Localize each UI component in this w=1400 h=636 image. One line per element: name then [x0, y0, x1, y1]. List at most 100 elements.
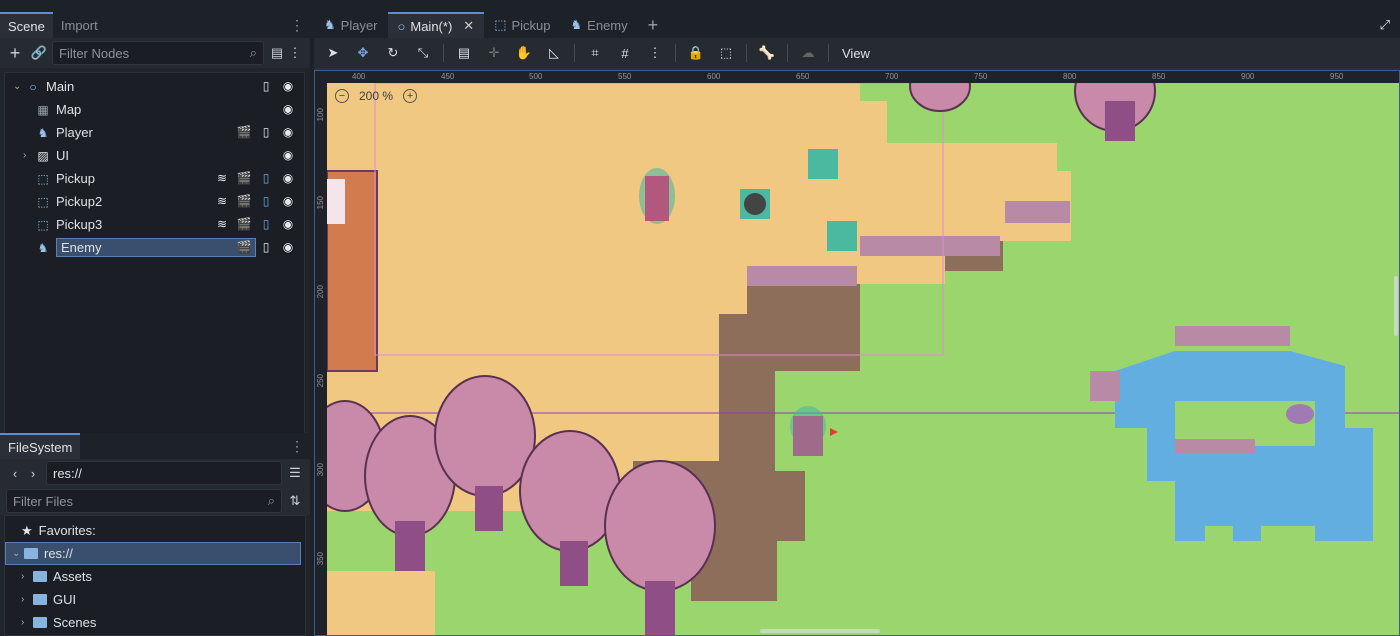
signal-icon[interactable]: ≋: [214, 193, 230, 209]
visibility-eye-icon[interactable]: ◉: [280, 216, 296, 232]
signal-icon[interactable]: ≋: [214, 170, 230, 186]
skeleton-bone-icon[interactable]: 🦴: [754, 41, 780, 65]
grid-snap-icon[interactable]: #: [612, 41, 638, 65]
expand-arrow-icon[interactable]: ›: [23, 150, 35, 161]
node-label: Main: [46, 79, 75, 94]
select-tool-icon[interactable]: ➤: [320, 41, 346, 65]
zoom-level[interactable]: 200 %: [359, 89, 393, 103]
close-icon[interactable]: ✕: [463, 18, 474, 34]
collapse-arrow-icon[interactable]: ⌄: [13, 81, 25, 92]
move-tool-icon[interactable]: ✥: [350, 41, 376, 65]
instance-link-icon[interactable]: 🔗: [30, 44, 48, 62]
visibility-eye-icon[interactable]: ◉: [280, 193, 296, 209]
vertical-scrollbar[interactable]: [1394, 276, 1398, 336]
add-tab-button[interactable]: +: [638, 12, 669, 38]
dock-menu-icon[interactable]: ⋮: [290, 17, 304, 34]
search-icon: ⌕: [267, 493, 275, 508]
visibility-eye-icon[interactable]: ◉: [280, 170, 296, 186]
expand-arrow-icon[interactable]: ›: [21, 571, 33, 582]
sort-icon[interactable]: ⇅: [286, 492, 304, 510]
tab-label: Enemy: [587, 17, 628, 33]
tab-scene[interactable]: Scene: [0, 12, 53, 38]
zoom-in-button[interactable]: +: [403, 89, 418, 103]
zoom-out-button[interactable]: −: [335, 89, 349, 103]
filter-files-input[interactable]: Filter Files ⌕: [6, 489, 282, 513]
horizontal-scrollbar[interactable]: [760, 629, 880, 633]
pivot-tool-icon[interactable]: ✛: [481, 41, 507, 65]
visibility-eye-icon[interactable]: ◉: [280, 101, 296, 117]
script-icon[interactable]: ▯: [258, 124, 274, 140]
ruler-label: 150: [316, 196, 325, 210]
distraction-free-icon[interactable]: ⤢: [1370, 12, 1400, 38]
tab-pickup[interactable]: ⬚ Pickup: [484, 12, 560, 38]
group-icon[interactable]: ⬚: [713, 41, 739, 65]
back-arrow-icon[interactable]: ‹: [6, 464, 24, 482]
view-menu[interactable]: View: [836, 41, 876, 65]
fs-favorites[interactable]: ★ Favorites:: [5, 519, 305, 542]
filter-files-placeholder: Filter Files: [13, 493, 73, 509]
script-icon[interactable]: ▯: [258, 78, 274, 94]
scene-instance-icon[interactable]: 🎬: [236, 193, 252, 209]
ruler-tool-icon[interactable]: ◺: [541, 41, 567, 65]
fs-folder-assets[interactable]: › Assets: [5, 565, 305, 588]
pan-tool-icon[interactable]: ✋: [511, 41, 537, 65]
scene-menu-icon[interactable]: ⋮: [286, 44, 304, 62]
visibility-eye-icon[interactable]: ◉: [280, 239, 296, 255]
tab-player[interactable]: ♞ Player: [314, 12, 388, 38]
tree-node-pickup2[interactable]: ⬚ Pickup2 ≋ 🎬 ▯ ◉: [5, 190, 304, 213]
visibility-eye-icon[interactable]: ◉: [280, 78, 296, 94]
script-icon[interactable]: ▯: [258, 170, 274, 186]
ruler-label: 200: [316, 285, 325, 299]
fs-folder-scenes[interactable]: › Scenes: [5, 611, 305, 634]
expand-arrow-icon[interactable]: ›: [21, 617, 33, 628]
folder-label: Assets: [53, 569, 93, 584]
tree-node-main[interactable]: ⌄ ○ Main ▯ ◉: [5, 75, 304, 98]
forward-arrow-icon[interactable]: ›: [24, 464, 42, 482]
expand-arrow-icon[interactable]: ›: [21, 594, 33, 605]
lock-icon[interactable]: 🔒: [683, 41, 709, 65]
scene-instance-icon[interactable]: 🎬: [236, 239, 252, 255]
script-icon[interactable]: ▯: [258, 216, 274, 232]
tree-node-enemy[interactable]: ♞ Enemy 🎬 ▯ ◉: [5, 236, 304, 259]
canvas-viewport[interactable]: 400 450 500 550 600 650 700 750 800 850 …: [314, 70, 1400, 636]
tree-node-map[interactable]: ▦ Map ◉: [5, 98, 304, 121]
signal-icon[interactable]: ≋: [214, 216, 230, 232]
fs-path-input[interactable]: res://: [46, 461, 282, 485]
rotate-tool-icon[interactable]: ↻: [380, 41, 406, 65]
dock-menu-icon[interactable]: ⋮: [290, 438, 304, 455]
scene-instance-icon[interactable]: 🎬: [236, 124, 252, 140]
tree-node-pickup[interactable]: ⬚ Pickup ≋ 🎬 ▯ ◉: [5, 167, 304, 190]
tab-main[interactable]: ○ Main(*) ✕: [387, 12, 485, 38]
fs-root[interactable]: ⌄ res://: [5, 542, 301, 565]
enemy-direction-arrow: [830, 428, 838, 436]
filter-nodes-input[interactable]: Filter Nodes ⌕: [52, 41, 264, 65]
visibility-eye-icon[interactable]: ◉: [280, 147, 296, 163]
scene-instance-icon[interactable]: 🎬: [236, 216, 252, 232]
tab-enemy[interactable]: ♞ Enemy: [561, 12, 638, 38]
tree-node-player[interactable]: ♞ Player 🎬 ▯ ◉: [5, 121, 304, 144]
cliff-edge: [1005, 201, 1070, 223]
smart-snap-icon[interactable]: ⌗: [582, 41, 608, 65]
script-attach-icon[interactable]: ▤: [268, 44, 286, 62]
camera-override-icon[interactable]: ☁: [795, 41, 821, 65]
tree-node-ui[interactable]: › ▨ UI ◉: [5, 144, 304, 167]
scene-instance-icon[interactable]: 🎬: [236, 170, 252, 186]
fs-folder-gui[interactable]: › GUI: [5, 588, 305, 611]
folder-label: Scenes: [53, 615, 97, 630]
scale-tool-icon[interactable]: ⤡: [410, 41, 436, 65]
add-node-icon[interactable]: +: [6, 43, 24, 63]
favorites-label: Favorites:: [38, 523, 96, 538]
tab-import[interactable]: Import: [53, 12, 106, 38]
split-view-icon[interactable]: ☰: [286, 464, 304, 482]
tilemap-canvas[interactable]: [315, 71, 1400, 636]
tab-filesystem[interactable]: FileSystem: [0, 433, 81, 459]
visibility-eye-icon[interactable]: ◉: [280, 124, 296, 140]
snap-options-icon[interactable]: ⋮: [642, 41, 668, 65]
script-icon[interactable]: ▯: [258, 239, 274, 255]
main-editor: ♞ Player ○ Main(*) ✕ ⬚ Pickup ♞ Enemy + …: [314, 12, 1400, 636]
ruler-label: 600: [707, 72, 721, 81]
tree-node-pickup3[interactable]: ⬚ Pickup3 ≋ 🎬 ▯ ◉: [5, 213, 304, 236]
script-icon[interactable]: ▯: [258, 193, 274, 209]
collapse-arrow-icon[interactable]: ⌄: [12, 548, 24, 559]
list-select-icon[interactable]: ▤: [451, 41, 477, 65]
